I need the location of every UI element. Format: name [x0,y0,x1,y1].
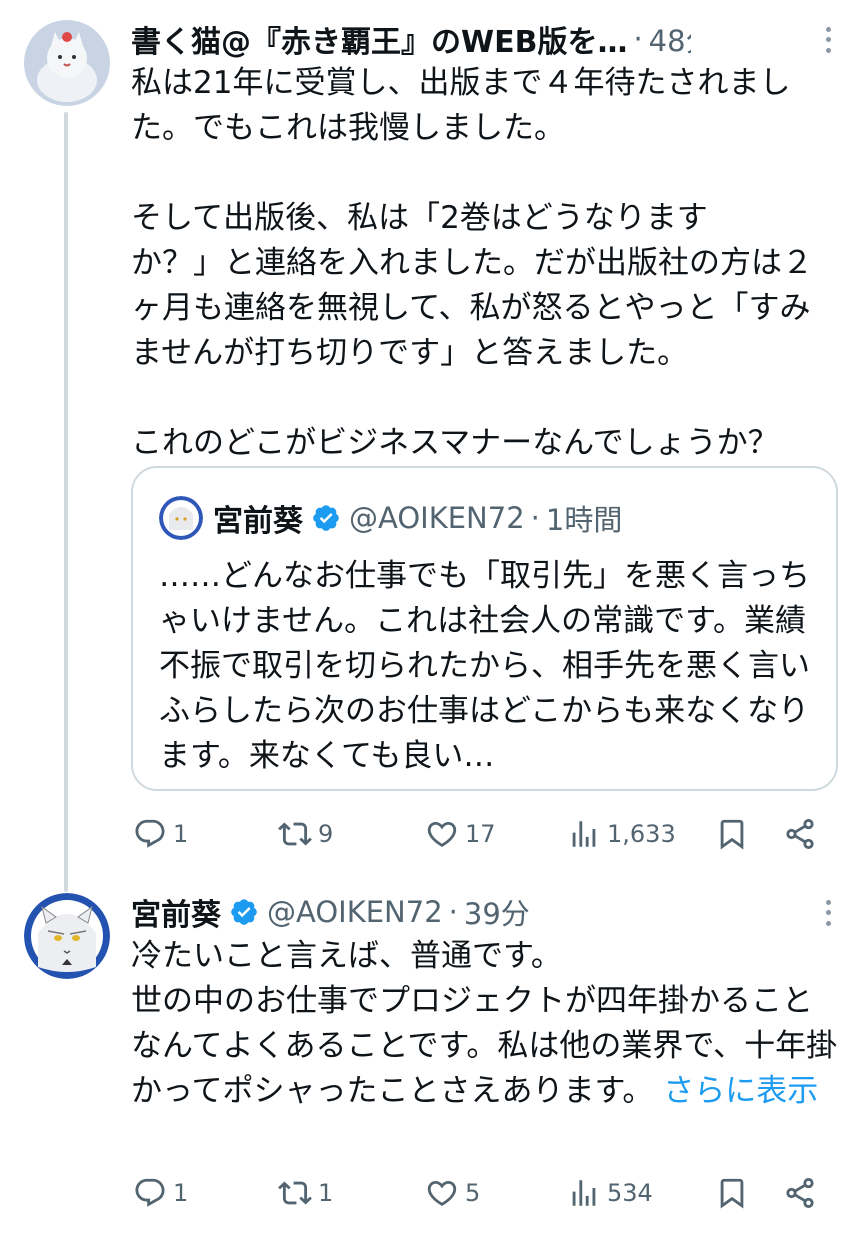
reply-icon [135,1178,165,1207]
quote-timestamp: 1時間 [545,503,623,537]
tweet1-action-bar: 1 9 17 1,633 [131,809,836,859]
repost-button[interactable]: 1 [278,1168,333,1218]
like-icon [427,821,457,847]
views-icon [572,821,596,847]
quoted-tweet[interactable]: 宮前葵 @AOIKEN72 · 1時間 ……どんなお仕事でも「取引先」を悪く言っ… [131,466,838,791]
separator-dot: · [530,501,540,535]
repost-button[interactable]: 9 [278,809,333,859]
reply-button[interactable]: 1 [133,809,188,859]
tweet2-header: 宮前葵 @AOIKEN72 · 39分 [131,890,691,934]
show-more-link[interactable]: さらに表示 [663,1073,818,1109]
share-button[interactable] [783,1168,823,1218]
views-button[interactable]: 1,633 [567,809,676,859]
verified-icon [231,899,257,925]
tweet1-author-name[interactable]: 書く猫@『赤き覇王』のWEB版を… [131,17,627,61]
tweet2-more-icon[interactable] [818,897,838,929]
views-icon [572,1180,596,1206]
share-icon [786,818,814,850]
repost-icon [278,822,312,846]
views-button[interactable]: 534 [567,1168,653,1218]
tweet2-text-block: 冷たいこと言えば、普通です。 世の中のお仕事でプロジェクトが四年掛かることなんて… [131,934,841,1114]
separator-dot: · [448,895,458,929]
views-count: 1,633 [607,820,676,848]
bookmark-icon [720,819,744,850]
tweet1-more-icon[interactable] [818,24,838,56]
verified-icon [313,505,339,531]
quote-author-name: 宮前葵 [213,504,303,539]
repost-count: 9 [318,820,334,848]
repost-count: 1 [318,1179,334,1207]
tweet2-author-name[interactable]: 宮前葵 [131,890,221,934]
avatar-miyamae-aoi[interactable] [24,893,110,979]
thread-connector-line [64,112,68,892]
tweet1-timestamp[interactable]: 48分 [649,18,691,60]
like-icon [427,1180,457,1206]
quote-handle: @AOIKEN72 [349,501,525,535]
tweet1-text: 私は21年に受賞し、出版まで４年待たされました。でもこれは我慢しました。 そして… [131,65,813,461]
tweet1-header: 書く猫@『赤き覇王』のWEB版を… · 48分 [131,17,691,61]
tweet2-action-bar: 1 1 5 534 [131,1168,836,1218]
like-count: 17 [465,820,496,848]
quote-header: 宮前葵 @AOIKEN72 · 1時間 [213,495,622,541]
like-button[interactable]: 17 [425,809,496,859]
avatar-kakuneko[interactable] [24,20,110,106]
reply-button[interactable]: 1 [133,1168,188,1218]
share-button[interactable] [783,809,823,859]
views-count: 534 [607,1179,653,1207]
repost-icon [278,1181,312,1205]
reply-count: 1 [173,820,189,848]
bookmark-button[interactable] [715,1168,755,1218]
reply-count: 1 [173,1179,189,1207]
reply-icon [135,819,165,848]
separator-dot: · [633,22,643,56]
quote-text: ……どんなお仕事でも「取引先」を悪く言っちゃいけません。これは社会人の常識です。… [159,558,810,774]
tweet2-timestamp[interactable]: 39分 [464,891,530,933]
tweet2-handle[interactable]: @AOIKEN72 [267,895,443,929]
share-icon [786,1177,814,1209]
like-button[interactable]: 5 [425,1168,480,1218]
bookmark-icon [720,1178,744,1209]
bookmark-button[interactable] [715,809,755,859]
like-count: 5 [465,1179,481,1207]
quote-avatar [159,496,203,540]
